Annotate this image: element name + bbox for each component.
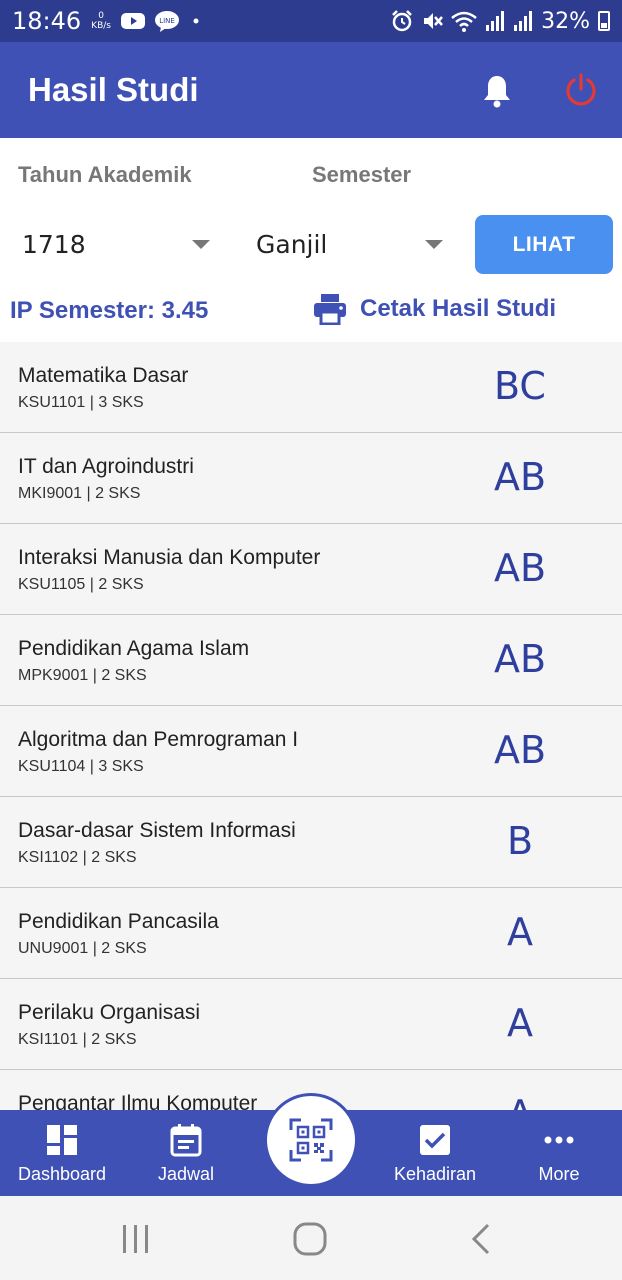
check-box-icon: [419, 1124, 451, 1156]
course-grade: A: [507, 910, 533, 954]
list-item[interactable]: Perilaku Organisasi KSI1101 | 2 SKS A: [0, 979, 622, 1070]
app-bar: Hasil Studi: [0, 42, 622, 138]
year-dropdown-icon: [192, 240, 210, 249]
nav-more[interactable]: More: [515, 1110, 603, 1196]
list-item[interactable]: Pendidikan Agama Islam MPK9001 | 2 SKS A…: [0, 615, 622, 706]
course-grade: AB: [493, 546, 547, 590]
course-code: MKI9001 | 2 SKS: [18, 485, 141, 502]
list-item[interactable]: Matematika Dasar KSU1101 | 3 SKS BC: [0, 342, 622, 433]
status-bar: 18:46 0 KB/s LINE 32%: [0, 0, 622, 42]
course-name: Algoritma dan Pemrograman I: [18, 728, 299, 751]
nav-dashboard-label: Dashboard: [17, 1164, 107, 1184]
course-grade: BC: [494, 364, 546, 408]
calendar-icon: [170, 1124, 202, 1157]
year-select-value: 1718: [22, 230, 86, 259]
semester-dropdown-icon: [425, 240, 443, 249]
semester-select-value: Ganjil: [256, 230, 328, 259]
nav-jadwal[interactable]: Jadwal: [136, 1110, 236, 1196]
print-results-button[interactable]: Cetak Hasil Studi: [312, 293, 556, 325]
course-grade: AB: [493, 728, 547, 772]
course-code: UNU9001 | 2 SKS: [18, 940, 147, 957]
course-list: Matematika Dasar KSU1101 | 3 SKS BC IT d…: [0, 342, 622, 1110]
nav-more-label: More: [538, 1164, 580, 1184]
dashboard-icon: [46, 1124, 78, 1156]
qr-code-icon: [289, 1118, 333, 1162]
filter-panel: Tahun Akademik Semester 1718 Ganjil LIHA…: [0, 138, 622, 342]
alarm-icon: [392, 10, 412, 32]
back-icon[interactable]: [470, 1222, 492, 1261]
youtube-icon: [120, 12, 145, 30]
course-name: Pendidikan Pancasila: [18, 910, 219, 933]
ip-semester: IP Semester: 3.45: [10, 297, 209, 324]
list-item[interactable]: Dasar-dasar Sistem Informasi KSI1102 | 2…: [0, 797, 622, 888]
nav-dashboard[interactable]: Dashboard: [4, 1110, 120, 1196]
net-speed-value: 0: [98, 11, 104, 21]
list-item[interactable]: Algoritma dan Pemrograman I KSU1104 | 3 …: [0, 706, 622, 797]
list-item[interactable]: IT dan Agroindustri MKI9001 | 2 SKS AB: [0, 433, 622, 524]
lihat-button[interactable]: LIHAT: [475, 215, 613, 274]
printer-icon: [314, 294, 346, 325]
wifi-icon: [451, 11, 477, 32]
course-grade: AB: [493, 637, 547, 681]
signal-icon-1: [486, 11, 505, 31]
battery-icon: [598, 11, 610, 31]
course-grade: AB: [493, 455, 547, 499]
course-name: Perilaku Organisasi: [18, 1001, 201, 1024]
mute-icon: [424, 13, 444, 29]
status-time: 18:46: [12, 7, 82, 35]
svg-text:LINE: LINE: [159, 17, 175, 25]
status-right: 32%: [391, 9, 610, 34]
course-name: Interaksi Manusia dan Komputer: [18, 546, 321, 569]
list-item[interactable]: Pendidikan Pancasila UNU9001 | 2 SKS A: [0, 888, 622, 979]
course-name: Matematika Dasar: [18, 364, 189, 387]
more-dots-icon: [543, 1124, 575, 1156]
print-results-label: Cetak Hasil Studi: [360, 295, 557, 322]
system-nav-bar: [0, 1196, 622, 1280]
course-name: Dasar-dasar Sistem Informasi: [18, 819, 296, 842]
course-code: KSI1102 | 2 SKS: [18, 849, 137, 866]
battery-percent: 32%: [541, 8, 590, 34]
nav-kehadiran-label: Kehadiran: [393, 1164, 477, 1184]
course-grade: A: [507, 1001, 533, 1045]
qr-scan-button[interactable]: [264, 1093, 358, 1187]
course-code: MPK9001 | 2 SKS: [18, 667, 147, 684]
course-code: KSU1101 | 3 SKS: [18, 394, 144, 411]
course-name: IT dan Agroindustri: [18, 455, 194, 478]
course-code: KSI1101 | 2 SKS: [18, 1031, 137, 1048]
year-label: Tahun Akademik: [18, 162, 192, 187]
year-select[interactable]: 1718: [10, 218, 220, 268]
course-name: Pengantar Ilmu Komputer: [18, 1092, 258, 1110]
course-code: KSU1105 | 2 SKS: [18, 576, 144, 593]
nav-jadwal-label: Jadwal: [157, 1164, 215, 1184]
course-grade: A: [470, 1092, 570, 1110]
list-item[interactable]: Interaksi Manusia dan Komputer KSU1105 |…: [0, 524, 622, 615]
semester-label: Semester: [312, 162, 412, 187]
net-speed: 0 KB/s: [91, 11, 111, 31]
home-icon[interactable]: [293, 1222, 327, 1261]
bell-icon[interactable]: [482, 74, 512, 113]
line-icon: LINE: [154, 10, 179, 32]
power-icon[interactable]: [563, 72, 599, 113]
course-grade: B: [506, 819, 534, 863]
course-code: KSU1104 | 3 SKS: [18, 758, 144, 775]
recent-apps-icon[interactable]: [122, 1224, 150, 1259]
notification-dot-icon: [189, 14, 203, 28]
semester-select[interactable]: Ganjil: [245, 218, 455, 268]
nav-kehadiran[interactable]: Kehadiran: [384, 1110, 486, 1196]
course-name: Pendidikan Agama Islam: [18, 637, 250, 660]
page-title: Hasil Studi: [28, 71, 199, 108]
net-speed-unit: KB/s: [91, 21, 111, 31]
signal-icon-2: [514, 11, 533, 31]
